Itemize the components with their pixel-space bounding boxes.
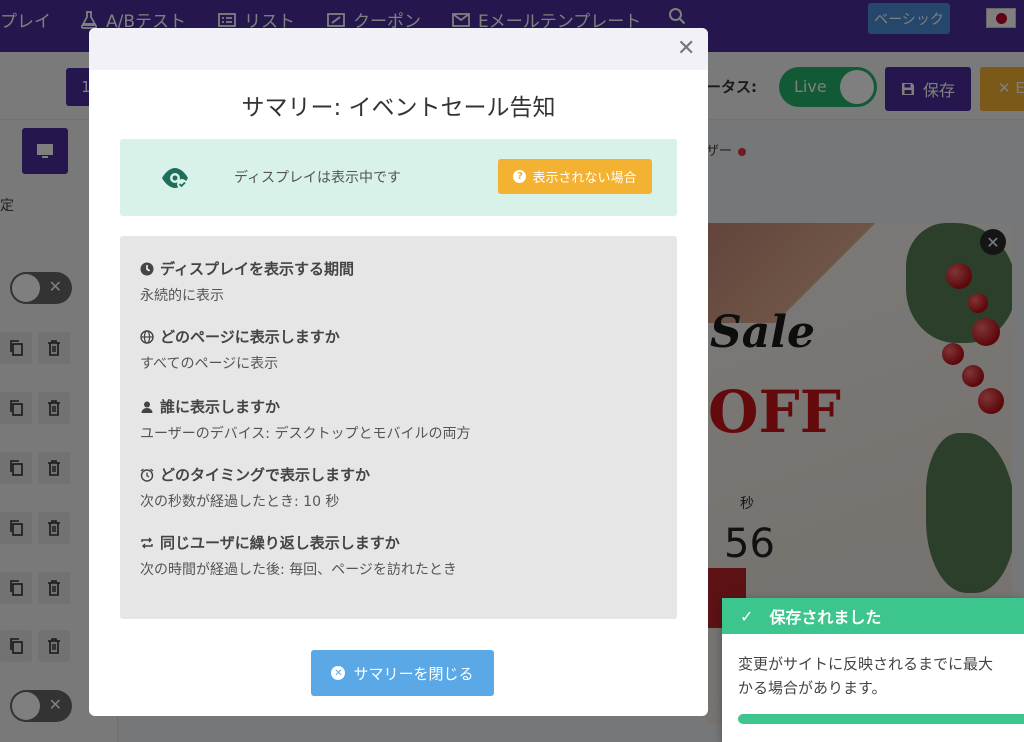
summary-item-audience: 誰に表示しますか ユーザーのデバイス: デスクトップとモバイルの両方 xyxy=(140,396,470,443)
toast-header: ✓ 保存されました xyxy=(722,598,1024,634)
summary-item-title: 同じユーザに繰り返し表示しますか xyxy=(160,534,400,552)
summary-item-timing: どのタイミングで表示しますか 次の秒数が経過したとき: 10 秒 xyxy=(140,464,370,511)
close-summary-button[interactable]: ✕ サマリーを閉じる xyxy=(311,650,494,696)
toast-progress-bar xyxy=(738,714,1024,724)
summary-item-frequency: 同じユーザに繰り返し表示しますか 次の時間が経過した後: 毎回、ページを訪れたと… xyxy=(140,532,457,579)
modal-title: サマリー: イベントセール告知 xyxy=(241,95,556,121)
toast-message: 変更がサイトに反映されるまでに最大 かる場合があります。 xyxy=(738,655,994,697)
eye-check-icon xyxy=(162,168,188,189)
summary-item-duration: ディスプレイを表示する期間 永続的に表示 xyxy=(140,258,354,305)
summary-item-pages: どのページに表示しますか すべてのページに表示 xyxy=(140,326,340,373)
close-circle-icon: ✕ xyxy=(331,666,346,680)
saved-toast: ✓ 保存されました 変更がサイトに反映されるまでに最大 かる場合があります。 xyxy=(722,598,1024,742)
summary-modal: ✕ サマリー: イベントセール告知 ディスプレイは表示中です ? 表示されない場… xyxy=(89,28,708,716)
not-showing-help-button[interactable]: ? 表示されない場合 xyxy=(498,159,652,194)
modal-header: ✕ xyxy=(89,28,708,70)
alarm-clock-icon xyxy=(140,467,154,482)
modal-close-button[interactable]: ✕ xyxy=(677,36,695,61)
summary-item-desc: 次の秒数が経過したとき: 10 秒 xyxy=(140,494,340,510)
summary-item-desc: 永続的に表示 xyxy=(140,288,224,304)
close-icon: ✕ xyxy=(677,36,696,61)
summary-item-desc: 次の時間が経過した後: 毎回、ページを訪れたとき xyxy=(140,562,457,578)
display-status-text: ディスプレイは表示中です xyxy=(234,170,402,186)
clock-icon xyxy=(140,262,154,275)
summary-item-title: どのタイミングで表示しますか xyxy=(160,466,371,484)
summary-item-title: ディスプレイを表示する期間 xyxy=(160,260,354,278)
question-icon: ? xyxy=(513,170,527,183)
toast-title: 保存されました xyxy=(769,608,882,627)
not-showing-help-label: 表示されない場合 xyxy=(532,171,637,186)
globe-icon xyxy=(140,329,154,344)
check-icon: ✓ xyxy=(740,606,754,626)
user-icon xyxy=(141,401,153,413)
close-summary-label: サマリーを閉じる xyxy=(353,664,474,683)
summary-item-desc: すべてのページに表示 xyxy=(140,356,279,372)
summary-item-title: どのページに表示しますか xyxy=(160,328,340,346)
summary-details: ディスプレイを表示する期間 永続的に表示 どのページに表示しますか すべてのペー… xyxy=(120,236,677,619)
summary-item-title: 誰に表示しますか xyxy=(160,398,281,416)
summary-item-desc: ユーザーのデバイス: デスクトップとモバイルの両方 xyxy=(140,426,471,442)
repeat-icon xyxy=(141,537,153,548)
display-status-box: ディスプレイは表示中です ? 表示されない場合 xyxy=(120,139,677,216)
